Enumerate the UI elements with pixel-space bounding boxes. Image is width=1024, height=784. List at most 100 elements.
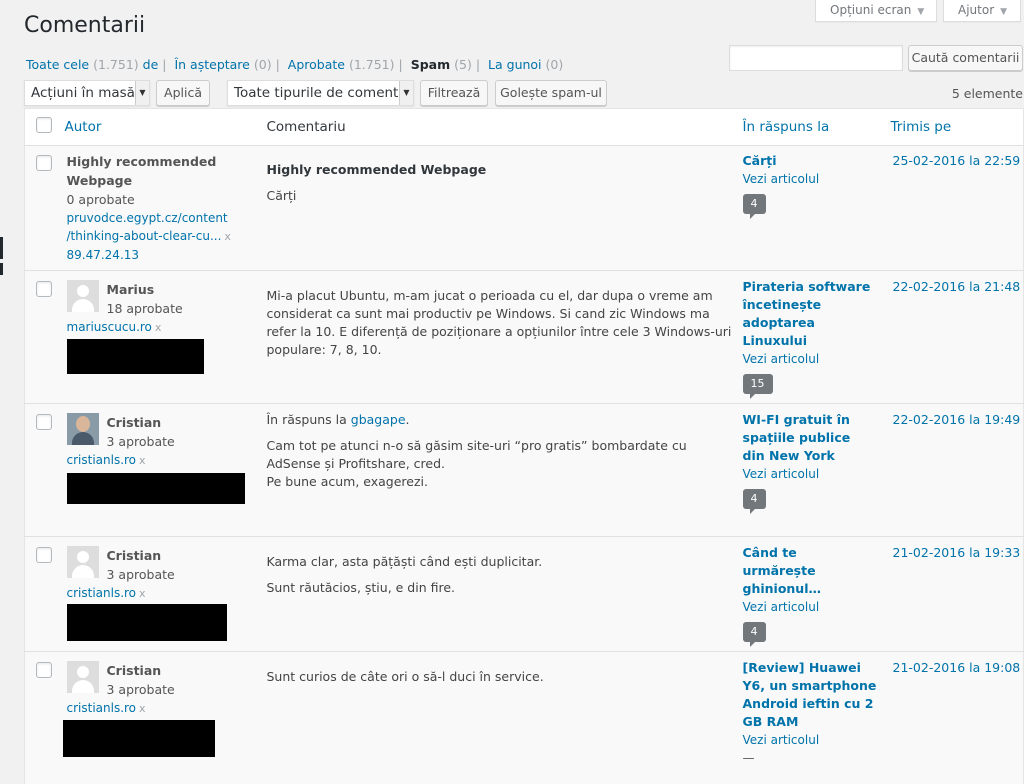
admin-sidebar-edge — [0, 0, 4, 784]
search-input[interactable] — [729, 45, 903, 71]
submitted-date[interactable]: 21-02-2016 la 19:33 — [893, 544, 1024, 562]
row-checkbox[interactable] — [36, 281, 52, 297]
page-title: Comentarii — [24, 13, 146, 38]
dropdown-arrow-icon: ▼ — [135, 81, 149, 105]
comment-count-bubble[interactable]: 4 — [742, 489, 766, 514]
response-cell: WI-FI gratuit în spațiile publice din Ne… — [742, 403, 891, 537]
admin-sidebar-marker — [0, 263, 3, 275]
apply-button[interactable]: Aplică — [156, 80, 210, 106]
comments-table: Autor Comentariu În răspuns la Trimis pe… — [24, 108, 1024, 784]
filter-trash[interactable]: La gunoi (0) — [488, 57, 563, 72]
view-post-link[interactable]: Vezi articolul — [743, 350, 891, 368]
submitted-date[interactable]: 22-02-2016 la 21:48 — [893, 278, 1024, 296]
redacted-block — [66, 339, 204, 374]
author-name: Highly recommended Webpage — [66, 154, 217, 188]
comment-body-2: Sunt răutăcios, știu, e din fire. — [266, 580, 456, 595]
filter-all[interactable]: Toate cele (1.751) de — [26, 57, 158, 72]
view-post-link[interactable]: Vezi articolul — [743, 170, 891, 188]
table-row: Cristian 3 aprobate cristianls.ro x În ră… — [24, 403, 1024, 537]
date-cell: 22-02-2016 la 19:49 — [890, 403, 1024, 537]
author-ip[interactable]: 89.47.24.13 — [67, 248, 140, 262]
date-cell: 21-02-2016 la 19:33 — [890, 536, 1024, 652]
response-post-link[interactable]: Pirateria software încetinește adoptarea… — [743, 278, 879, 350]
status-filters: Toate cele (1.751) de | În așteptare (0) |… — [26, 57, 564, 72]
author-approved-count: 0 aprobate — [66, 192, 135, 207]
empty-spam-button[interactable]: Golește spam-ul — [495, 80, 607, 106]
comment-body: Sunt curios de câte ori o să-l duci în s… — [266, 669, 544, 684]
author-url[interactable]: cristianls.ro — [67, 701, 137, 715]
items-count: 5 elemente — [951, 86, 1023, 101]
avatar — [66, 661, 99, 693]
column-submitted[interactable]: Trimis pe — [890, 108, 1024, 146]
submitted-date[interactable]: 25-02-2016 la 22:59 — [893, 152, 1024, 170]
remove-url-icon[interactable]: x — [139, 702, 146, 715]
date-cell: 21-02-2016 la 19:08 — [890, 651, 1024, 784]
row-checkbox[interactable] — [36, 547, 52, 563]
avatar — [66, 413, 99, 445]
author-url[interactable]: pruvodce.egypt.cz/content — [67, 211, 228, 225]
comment-body-2: Pe bune acum, exagerezi. — [266, 474, 429, 489]
avatar — [66, 546, 99, 578]
reply-to-link[interactable]: gbagape — [351, 412, 406, 427]
comment-cell: Mi-a placut Ubuntu, m-am jucat o perioad… — [266, 270, 743, 404]
remove-url-icon[interactable]: x — [155, 321, 162, 334]
submitted-date[interactable]: 22-02-2016 la 19:49 — [893, 411, 1024, 429]
reply-context: În răspuns la gbagape. — [266, 412, 410, 427]
screen-options-button[interactable]: Opțiuni ecran ▼ — [815, 0, 937, 22]
filter-spam[interactable]: Spam (5) — [411, 57, 472, 72]
comment-cell: Sunt curios de câte ori o să-l duci în s… — [266, 651, 743, 784]
search-comments-button[interactable]: Caută comentarii — [908, 45, 1023, 71]
date-cell: 22-02-2016 la 21:48 — [890, 270, 1024, 404]
avatar — [66, 280, 99, 312]
author-url[interactable]: cristianls.ro — [67, 586, 137, 600]
view-post-link[interactable]: Vezi articolul — [743, 465, 891, 483]
caret-down-icon: ▼ — [1000, 7, 1008, 17]
view-post-link[interactable]: Vezi articolul — [743, 731, 891, 749]
author-cell: Cristian 3 aprobate cristianls.ro x — [64, 536, 267, 652]
row-checkbox-cell — [24, 651, 65, 784]
help-label: Ajutor — [958, 3, 995, 17]
row-checkbox-cell — [24, 536, 65, 652]
table-row: Cristian 3 aprobate cristianls.ro x Karma… — [24, 536, 1024, 652]
table-row: Highly recommended Webpage 0 aprobate pr… — [24, 145, 1024, 271]
response-cell: Când te urmărește ghinionul… Vezi artico… — [742, 536, 891, 652]
row-checkbox[interactable] — [36, 155, 52, 171]
remove-url-icon[interactable]: x — [139, 587, 146, 600]
author-url[interactable]: cristianls.ro — [67, 453, 137, 467]
response-post-link[interactable]: Cărți — [743, 152, 891, 170]
column-comment: Comentariu — [266, 108, 743, 146]
view-post-link[interactable]: Vezi articolul — [743, 598, 891, 616]
response-post-link[interactable]: [Review] Huawei Y6, un smartphone Androi… — [743, 659, 879, 731]
author-url-cont[interactable]: /thinking-about-clear-cu... — [67, 229, 222, 243]
dropdown-arrow-icon: ▼ — [399, 81, 413, 105]
response-post-link[interactable]: WI-FI gratuit în spațiile publice din Ne… — [743, 411, 873, 465]
bulk-actions-select[interactable]: Acțiuni în masă ▼ — [24, 80, 150, 106]
author-cell: Marius 18 aprobate mariuscucu.ro x — [64, 270, 267, 404]
comment-count-bubble[interactable]: 15 — [742, 374, 773, 399]
table-header: Autor Comentariu În răspuns la Trimis pe — [24, 108, 1024, 146]
filter-approved[interactable]: Aprobate (1.751) — [288, 57, 395, 72]
caret-down-icon: ▼ — [917, 7, 925, 17]
column-response[interactable]: În răspuns la — [742, 108, 891, 146]
row-checkbox-cell — [24, 145, 65, 271]
comment-count-bubble[interactable]: 4 — [742, 622, 766, 647]
comment-count-bubble[interactable]: 4 — [742, 194, 766, 219]
comment-type-select[interactable]: Toate tipurile de comenta ▼ — [227, 80, 414, 106]
comment-cell: Highly recommended Webpage Cărți — [266, 145, 743, 271]
remove-url-icon[interactable]: x — [139, 454, 146, 467]
filter-pending[interactable]: În așteptare (0) — [174, 57, 271, 72]
author-url[interactable]: mariuscucu.ro — [67, 320, 152, 334]
row-checkbox[interactable] — [36, 414, 52, 430]
comment-body: Karma clar, asta pățăști când ești dupli… — [266, 554, 543, 569]
response-cell: Pirateria software încetinește adoptarea… — [742, 270, 891, 404]
select-all-checkbox[interactable] — [36, 117, 52, 133]
redacted-block — [66, 473, 245, 504]
submitted-date[interactable]: 21-02-2016 la 19:08 — [893, 659, 1024, 677]
screen-options-label: Opțiuni ecran — [830, 3, 912, 17]
column-author[interactable]: Autor — [64, 108, 267, 146]
help-button[interactable]: Ajutor ▼ — [943, 0, 1021, 22]
filter-button[interactable]: Filtrează — [420, 80, 488, 106]
response-post-link[interactable]: Când te urmărește ghinionul… — [743, 544, 867, 598]
row-checkbox[interactable] — [36, 662, 52, 678]
remove-url-icon[interactable]: x — [224, 230, 231, 243]
